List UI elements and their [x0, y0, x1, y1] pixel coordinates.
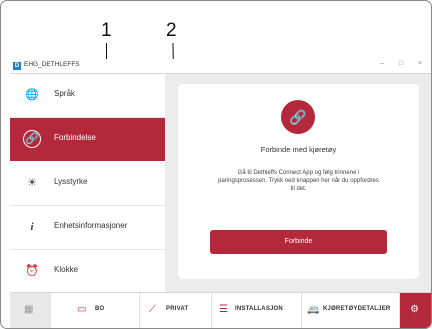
window-title: EHG_DETHLEFFS	[24, 61, 80, 68]
nav-label-installasjon: INSTALLASJON	[235, 306, 283, 312]
sidebar-item-label: Lysstyrke	[54, 177, 88, 186]
sidebar-item-connection[interactable]: 🔗 Forbindelse	[10, 118, 165, 161]
callout-number-2: 2	[166, 20, 177, 41]
link-icon: 🔗	[23, 130, 41, 148]
installation-icon: ☰	[219, 304, 228, 315]
brightness-icon: ☀	[27, 177, 37, 189]
nav-item-installasjon[interactable]: ☰ INSTALLASJON	[212, 293, 302, 328]
manual-figure-frame: 1 2 D EHG_DETHLEFFS – □ × 🌐 Språk 🔗 Forb…	[0, 0, 432, 329]
alarm-clock-icon: ⏰	[25, 265, 39, 277]
nav-label-kjoretoydetaljer: KJØRETØYDETALJER	[323, 306, 391, 312]
settings-gear-icon: ⚙	[410, 304, 419, 315]
globe-icon: 🌐	[25, 89, 39, 101]
link-icon: 🔗	[281, 100, 315, 134]
connection-card: 🔗 Forbinde med kjøretøy Gå til Dethleffs…	[178, 84, 419, 279]
sidebar-item-device-info[interactable]: i Enhetsinformasjoner	[10, 206, 165, 250]
sidebar-item-label: Språk	[54, 89, 75, 98]
sidebar-item-language[interactable]: 🌐 Språk	[10, 74, 165, 118]
nav-item-privat[interactable]: ⟋ PRIVAT	[140, 293, 212, 328]
nav-item-settings[interactable]: ⚙	[400, 293, 431, 328]
sidebar-item-clock[interactable]: ⏰ Klokke	[10, 250, 165, 293]
card-description: Gå til Dethleffs Connect App og følg tri…	[218, 170, 379, 192]
nav-item-kjoretoydetaljer[interactable]: 🚐 KJØRETØYDETALJER	[302, 293, 400, 328]
nav-label-privat: PRIVAT	[166, 306, 189, 312]
connect-button[interactable]: Forbinde	[210, 230, 387, 254]
minimize-button[interactable]: –	[376, 60, 388, 67]
nav-item-bo[interactable]: ▭ BO	[51, 293, 140, 328]
sidebar-item-label: Enhetsinformasjoner	[54, 221, 128, 230]
maximize-button[interactable]: □	[395, 60, 407, 67]
nav-item-overview[interactable]: ▦	[10, 293, 51, 328]
sidebar-item-brightness[interactable]: ☀ Lysstyrke	[10, 162, 165, 206]
sidebar-item-label: Klokke	[54, 265, 79, 274]
close-button[interactable]: ×	[414, 60, 426, 67]
app-logo-icon: D	[13, 62, 21, 70]
info-icon: i	[30, 221, 34, 233]
sidebar-item-label: Forbindelse	[54, 133, 96, 142]
settings-sidebar: 🌐 Språk 🔗 Forbindelse ☀ Lysstyrke i Enhe…	[10, 74, 165, 293]
grid-icon: ▦	[24, 304, 34, 315]
bottom-navigation: ▦ ▭ BO ⟋ PRIVAT ☰ INSTALLASJON 🚐 KJØRETØ…	[10, 292, 431, 328]
app-window: D EHG_DETHLEFFS – □ × 🌐 Språk 🔗 Forbinde…	[10, 59, 431, 328]
vehicle-icon: 🚐	[307, 304, 320, 315]
card-title: Forbinde med kjøretøy	[260, 145, 337, 154]
living-room-icon: ▭	[77, 304, 87, 315]
nav-label-bo: BO	[95, 306, 105, 312]
title-bar: D EHG_DETHLEFFS – □ ×	[10, 59, 431, 74]
callout-number-1: 1	[101, 20, 112, 41]
privacy-icon: ⟋	[149, 304, 156, 315]
